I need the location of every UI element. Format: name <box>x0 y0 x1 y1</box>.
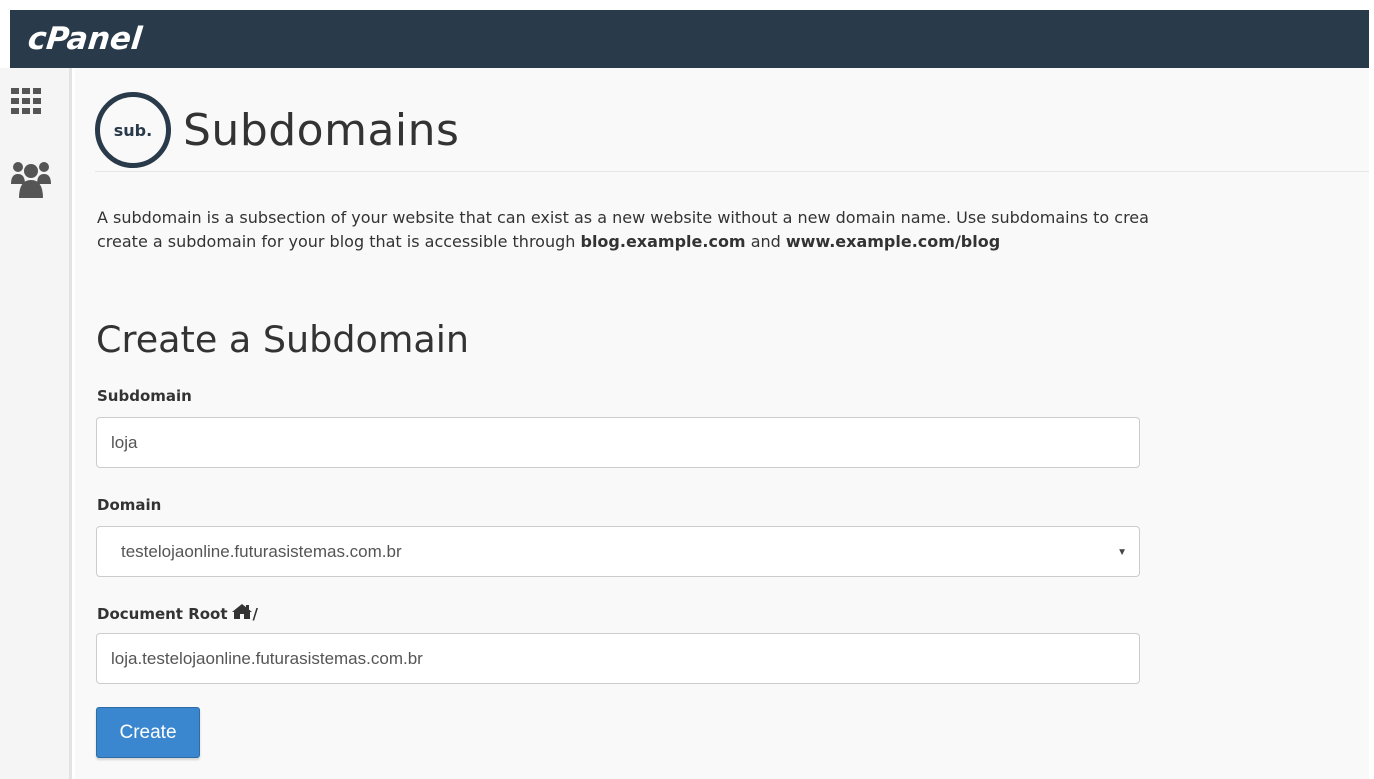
subdomain-input[interactable] <box>96 417 1140 468</box>
document-root-label-text: Document Root <box>97 604 228 623</box>
domain-selected-value: testelojaonline.futurasistemas.com.br <box>121 541 402 561</box>
subdomains-logo-text: sub. <box>113 120 153 140</box>
subdomain-label: Subdomain <box>97 387 192 405</box>
chevron-down-icon: ▼ <box>1117 547 1127 558</box>
domain-select[interactable]: testelojaonline.futurasistemas.com.br ▼ <box>96 526 1140 577</box>
example-subdirectory: www.example.com/blog <box>785 232 1001 251</box>
top-navbar: cPanel <box>10 10 1369 68</box>
document-root-label: Document Root / <box>97 603 258 624</box>
domain-label: Domain <box>97 496 162 514</box>
description-and: and <box>745 232 786 251</box>
description-line-1: A subdomain is a subsection of your webs… <box>97 208 1149 227</box>
cpanel-logo[interactable]: cPanel <box>26 21 144 57</box>
users-icon[interactable] <box>11 158 51 202</box>
example-subdomain: blog.example.com <box>580 232 746 251</box>
description-line-2: create a subdomain for your blog that is… <box>97 230 1369 254</box>
sidebar <box>0 68 72 779</box>
section-title: Create a Subdomain <box>96 318 470 361</box>
page-description: A subdomain is a subsection of your webs… <box>97 206 1369 254</box>
page-title: Subdomains <box>183 104 460 156</box>
main-content: sub. Subdomains A subdomain is a subsect… <box>75 68 1369 779</box>
document-root-slash: / <box>252 604 259 623</box>
document-root-input[interactable] <box>96 633 1140 684</box>
header-divider <box>95 171 1369 172</box>
page-header: sub. Subdomains <box>95 92 459 168</box>
grid-icon[interactable] <box>11 88 41 118</box>
create-button[interactable]: Create <box>96 707 200 758</box>
description-text: create a subdomain for your blog that is… <box>97 232 581 251</box>
home-icon <box>231 603 252 624</box>
subdomains-logo-icon: sub. <box>95 92 171 168</box>
